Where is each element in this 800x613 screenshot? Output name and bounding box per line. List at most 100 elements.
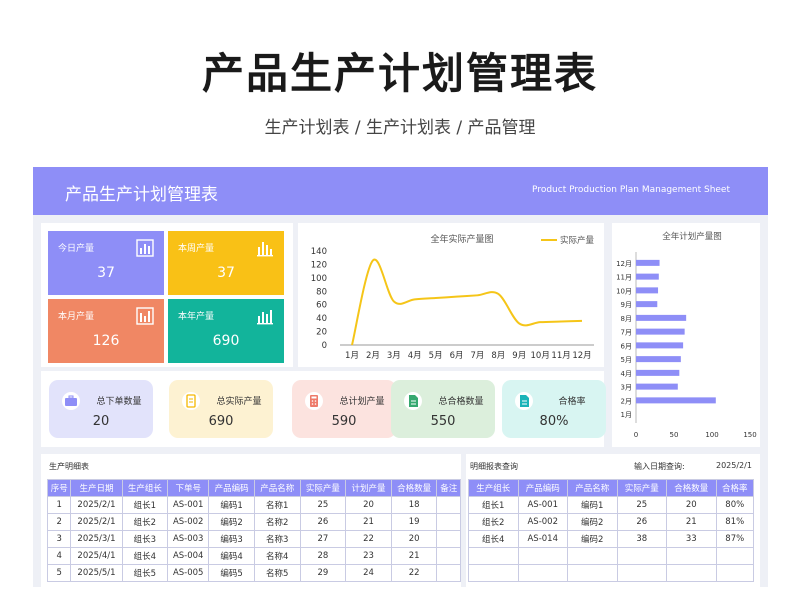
table-cell[interactable]: 38 [616, 530, 667, 548]
table-cell[interactable]: 33 [666, 530, 717, 548]
date-query-input[interactable]: 2025/2/1 [716, 461, 752, 470]
table-cell[interactable] [468, 547, 519, 565]
table-cell[interactable] [436, 547, 461, 565]
table-cell[interactable]: 编码1 [567, 496, 618, 514]
column-header[interactable]: 备注 [436, 479, 461, 497]
table-cell[interactable]: 组长1 [121, 496, 169, 514]
table-cell[interactable]: 组长2 [121, 513, 169, 531]
table-cell[interactable]: 23 [345, 547, 392, 565]
table-cell[interactable]: 20 [666, 496, 717, 514]
column-header[interactable]: 合格率 [715, 479, 754, 497]
column-header[interactable]: 产品编码 [208, 479, 255, 497]
table-cell[interactable]: AS-001 [167, 496, 210, 514]
table-cell[interactable] [567, 547, 618, 565]
column-header[interactable]: 产品名称 [253, 479, 301, 497]
table-cell[interactable] [468, 564, 519, 582]
table-cell[interactable]: 2025/2/1 [70, 496, 123, 514]
table-cell[interactable]: 26 [299, 513, 347, 531]
table-cell[interactable]: 87% [715, 530, 754, 548]
table-cell[interactable]: 2025/5/1 [70, 564, 123, 582]
table-cell[interactable] [715, 564, 754, 582]
table-cell[interactable]: 27 [299, 530, 347, 548]
table-cell[interactable] [436, 496, 461, 514]
column-header[interactable]: 产品名称 [567, 479, 618, 497]
table-cell[interactable]: 组长4 [468, 530, 519, 548]
table-row[interactable] [468, 564, 754, 582]
table-cell[interactable]: 编码1 [208, 496, 255, 514]
table-cell[interactable] [436, 564, 461, 582]
table-cell[interactable]: 21 [390, 547, 438, 565]
table-cell[interactable]: 18 [390, 496, 438, 514]
column-header[interactable]: 序号 [46, 479, 72, 497]
table-cell[interactable]: AS-002 [167, 513, 210, 531]
table-cell[interactable]: 19 [390, 513, 438, 531]
column-header[interactable]: 生产组长 [121, 479, 169, 497]
table-cell[interactable] [715, 547, 754, 565]
table-row[interactable]: 组长1 AS-001 编码1 25 20 80% [468, 496, 754, 514]
table-cell[interactable]: 编码3 [208, 530, 255, 548]
table-cell[interactable]: 2025/2/1 [70, 513, 123, 531]
column-header[interactable]: 实际产量 [299, 479, 347, 497]
table-cell[interactable]: 1 [46, 496, 72, 514]
table-row[interactable]: 1 2025/2/1 组长1 AS-001 编码1 名称1 25 20 18 [46, 496, 461, 514]
table-cell[interactable]: AS-003 [167, 530, 210, 548]
table-cell[interactable]: 名称3 [253, 530, 301, 548]
table-cell[interactable]: AS-005 [167, 564, 210, 582]
table-cell[interactable]: 25 [616, 496, 667, 514]
table-cell[interactable]: 2025/3/1 [70, 530, 123, 548]
table-cell[interactable]: 4 [46, 547, 72, 565]
table-cell[interactable]: 26 [616, 513, 667, 531]
table-cell[interactable]: 22 [390, 564, 438, 582]
column-header[interactable]: 生产组长 [468, 479, 519, 497]
table-cell[interactable]: 2 [46, 513, 72, 531]
table-cell[interactable]: 20 [345, 496, 392, 514]
table-row[interactable]: 组长4 AS-014 编码2 38 33 87% [468, 530, 754, 548]
table-cell[interactable]: 名称2 [253, 513, 301, 531]
table-cell[interactable] [517, 564, 568, 582]
table-cell[interactable]: 2025/4/1 [70, 547, 123, 565]
table-cell[interactable]: 21 [345, 513, 392, 531]
table-cell[interactable]: 20 [390, 530, 438, 548]
table-cell[interactable] [517, 547, 568, 565]
table-cell[interactable] [616, 564, 667, 582]
table-row[interactable] [468, 547, 754, 565]
table-cell[interactable]: 编码5 [208, 564, 255, 582]
column-header[interactable]: 产品编码 [517, 479, 568, 497]
column-header[interactable]: 下单号 [167, 479, 210, 497]
table-row[interactable]: 5 2025/5/1 组长5 AS-005 编码5 名称5 29 24 22 [46, 564, 461, 582]
table-cell[interactable]: 名称1 [253, 496, 301, 514]
table-cell[interactable]: 名称4 [253, 547, 301, 565]
breadcrumb-item[interactable]: 产品管理 [468, 118, 536, 138]
table-cell[interactable]: 组长3 [121, 530, 169, 548]
table-cell[interactable]: 24 [345, 564, 392, 582]
table-cell[interactable]: 21 [666, 513, 717, 531]
column-header[interactable]: 合格数量 [390, 479, 438, 497]
table-cell[interactable]: AS-004 [167, 547, 210, 565]
table-cell[interactable]: AS-014 [517, 530, 568, 548]
table-cell[interactable] [567, 564, 618, 582]
table-cell[interactable] [436, 530, 461, 548]
table-cell[interactable]: AS-001 [517, 496, 568, 514]
table-cell[interactable]: 名称5 [253, 564, 301, 582]
table-cell[interactable]: 22 [345, 530, 392, 548]
column-header[interactable]: 计划产量 [345, 479, 392, 497]
table-cell[interactable] [666, 547, 717, 565]
table-cell[interactable]: 80% [715, 496, 754, 514]
column-header[interactable]: 合格数量 [666, 479, 717, 497]
table-row[interactable]: 3 2025/3/1 组长3 AS-003 编码3 名称3 27 22 20 [46, 530, 461, 548]
table-row[interactable]: 组长2 AS-002 编码2 26 21 81% [468, 513, 754, 531]
table-cell[interactable]: 编码2 [208, 513, 255, 531]
table-cell[interactable]: 组长5 [121, 564, 169, 582]
table-row[interactable]: 4 2025/4/1 组长4 AS-004 编码4 名称4 28 23 21 [46, 547, 461, 565]
table-row[interactable]: 2 2025/2/1 组长2 AS-002 编码2 名称2 26 21 19 [46, 513, 461, 531]
table-cell[interactable]: 组长4 [121, 547, 169, 565]
table-cell[interactable]: 编码4 [208, 547, 255, 565]
table-cell[interactable]: 编码2 [567, 530, 618, 548]
column-header[interactable]: 实际产量 [616, 479, 667, 497]
table-cell[interactable]: 28 [299, 547, 347, 565]
table-cell[interactable]: 组长2 [468, 513, 519, 531]
table-cell[interactable]: 25 [299, 496, 347, 514]
table-cell[interactable]: 81% [715, 513, 754, 531]
table-cell[interactable]: 编码2 [567, 513, 618, 531]
table-cell[interactable]: AS-002 [517, 513, 568, 531]
